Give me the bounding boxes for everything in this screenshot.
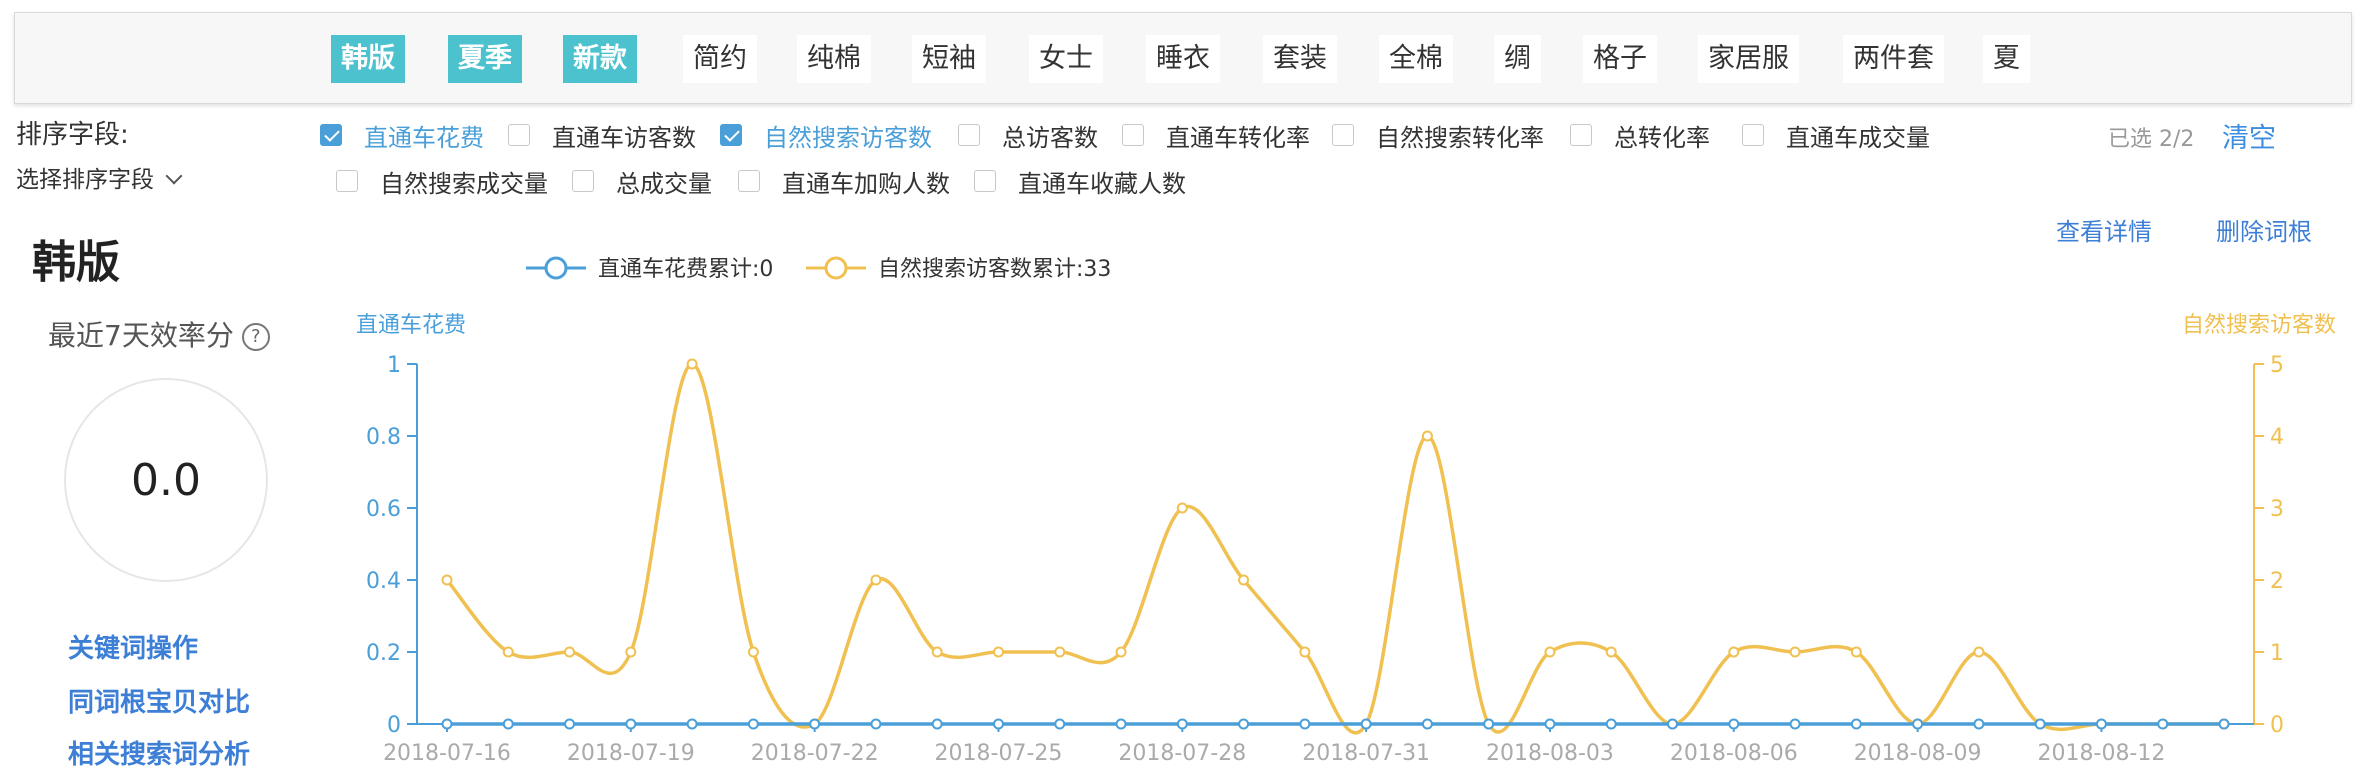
spend-point (441, 718, 453, 730)
legend-natural-label: 自然搜索访客数累计:33 (878, 257, 1111, 282)
natural-visitors-point (502, 646, 514, 658)
spend-point (931, 718, 943, 730)
x-axis-tick-label: 2018-08-09 (1854, 741, 1982, 766)
spend-point (2095, 718, 2107, 730)
left-axis-tick-label: 0.6 (366, 497, 401, 522)
left-axis-title: 直通车花费 (356, 313, 466, 338)
x-axis-tick-label: 2018-07-25 (935, 741, 1063, 766)
right-axis-tick-label: 5 (2270, 353, 2284, 378)
natural-visitors-point (1728, 646, 1740, 658)
natural-visitors-point (1421, 430, 1433, 442)
spend-point (809, 718, 821, 730)
x-axis-tick-label: 2018-07-16 (383, 741, 511, 766)
spend-point (1544, 718, 1556, 730)
spend-point (686, 718, 698, 730)
spend-point (625, 718, 637, 730)
natural-visitors-point (1544, 646, 1556, 658)
spend-point (1360, 718, 1372, 730)
spend-point (1789, 718, 1801, 730)
natural-visitors-point (1238, 574, 1250, 586)
spend-point (2218, 718, 2230, 730)
x-axis-tick-label: 2018-08-06 (1670, 741, 1798, 766)
spend-point (1483, 718, 1495, 730)
left-axis-tick-label: 0.8 (366, 425, 401, 450)
natural-visitors-point (870, 574, 882, 586)
trend-chart: 0 0.2 0.4 0.6 0.8 1 0 1 2 3 4 5 直通车花费 自然搜索访客数 2018-07-… (356, 256, 2336, 766)
spend-point (564, 718, 576, 730)
left-axis-tick-label: 0.2 (366, 641, 401, 666)
natural-visitors-point (564, 646, 576, 658)
natural-visitors-point (1115, 646, 1127, 658)
left-axis-tick-label: 0 (387, 713, 401, 738)
spend-point (1605, 718, 1617, 730)
natural-visitors-point (1054, 646, 1066, 658)
right-axis-tick-label: 1 (2270, 641, 2284, 666)
spend-point (1054, 718, 1066, 730)
spend-point (1667, 718, 1679, 730)
right-axis-title: 自然搜索访客数 (2182, 313, 2336, 338)
spend-point (1176, 718, 1188, 730)
x-axis-tick-label: 2018-07-31 (1302, 741, 1430, 766)
natural-visitors-point (686, 358, 698, 370)
natural-visitors-point (1605, 646, 1617, 658)
x-axis-tick-label: 2018-07-28 (1118, 741, 1246, 766)
right-axis-tick-label: 0 (2270, 713, 2284, 738)
left-axis-tick-label: 1 (387, 353, 401, 378)
spend-point (992, 718, 1004, 730)
natural-visitors-point (747, 646, 759, 658)
spend-point (1850, 718, 1862, 730)
natural-visitors-point (1176, 502, 1188, 514)
legend-spend-marker (544, 256, 568, 280)
x-axis-tick-label: 2018-07-22 (751, 741, 879, 766)
natural-visitors-point (441, 574, 453, 586)
right-axis-tick-label: 3 (2270, 497, 2284, 522)
spend-point (1299, 718, 1311, 730)
spend-point (1115, 718, 1127, 730)
natural-visitors-point (1973, 646, 1985, 658)
spend-point (747, 718, 759, 730)
spend-point (1238, 718, 1250, 730)
legend-spend-label: 直通车花费累计:0 (598, 257, 773, 282)
natural-visitors-point (1789, 646, 1801, 658)
x-axis-tick-label: 2018-08-12 (2038, 741, 2166, 766)
right-axis-tick-label: 2 (2270, 569, 2284, 594)
left-axis-tick-label: 0.4 (366, 569, 401, 594)
spend-point (502, 718, 514, 730)
natural-visitors-point (1850, 646, 1862, 658)
x-axis-tick-label: 2018-08-03 (1486, 741, 1614, 766)
natural-visitors-point (992, 646, 1004, 658)
natural-visitors-point (625, 646, 637, 658)
right-axis-tick-label: 4 (2270, 425, 2284, 450)
spend-point (1421, 718, 1433, 730)
spend-point (1973, 718, 1985, 730)
spend-point (1912, 718, 1924, 730)
spend-point (1728, 718, 1740, 730)
natural-visitors-point (931, 646, 943, 658)
x-axis-tick-label: 2018-07-19 (567, 741, 695, 766)
natural-visitors-point (1299, 646, 1311, 658)
spend-point (870, 718, 882, 730)
spend-point (2157, 718, 2169, 730)
natural-visitors-line (445, 362, 2224, 735)
legend-natural-marker (824, 256, 848, 280)
spend-point (2034, 718, 2046, 730)
